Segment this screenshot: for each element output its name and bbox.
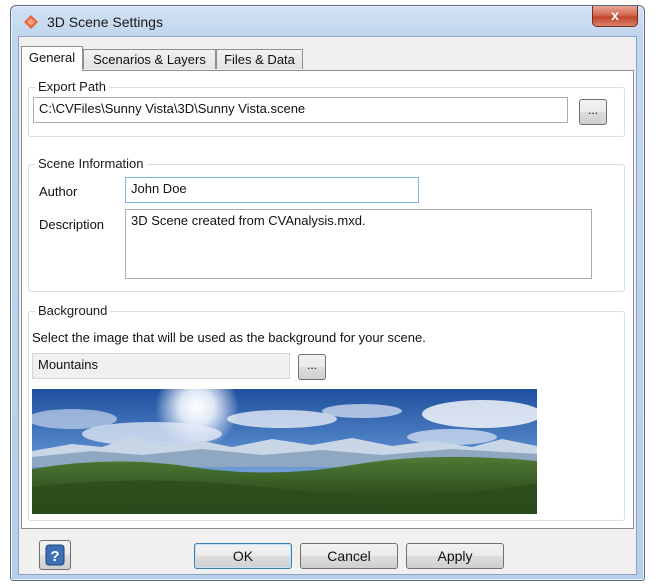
background-instruction-text: Select the image that will be used as th… [32, 330, 426, 345]
dialog-client-area: General Scenarios & Layers Files & Data … [18, 36, 637, 575]
background-preview-image [32, 389, 537, 514]
svg-text:?: ? [50, 548, 59, 565]
dialog-window: 3D Scene Settings x General Scenarios & … [10, 5, 645, 581]
app-diamond-icon [24, 15, 38, 29]
description-label: Description [39, 217, 105, 232]
close-button[interactable]: x [592, 6, 638, 27]
cancel-button[interactable]: Cancel [300, 543, 398, 569]
export-path-field[interactable]: C:\CVFiles\Sunny Vista\3D\Sunny Vista.sc… [33, 97, 568, 123]
scene-information-group: Scene Information Author John Doe Descri… [28, 156, 625, 292]
mountains-panorama-image [32, 389, 537, 514]
tab-files-data[interactable]: Files & Data [216, 49, 303, 69]
title-bar[interactable]: 3D Scene Settings x [11, 6, 644, 36]
author-label: Author [39, 184, 78, 199]
background-browse-button[interactable]: ... [298, 354, 326, 380]
window-title: 3D Scene Settings [47, 14, 163, 30]
author-field[interactable]: John Doe [125, 177, 419, 203]
tab-scenarios-layers[interactable]: Scenarios & Layers [83, 49, 216, 69]
export-path-browse-button[interactable]: ... [579, 99, 607, 125]
apply-button[interactable]: Apply [406, 543, 504, 569]
export-path-group: Export Path C:\CVFiles\Sunny Vista\3D\Su… [28, 79, 625, 137]
help-button[interactable]: ? [39, 540, 71, 570]
export-path-group-label: Export Path [35, 79, 109, 94]
tab-general[interactable]: General [21, 46, 83, 71]
general-tab-panel: Export Path C:\CVFiles\Sunny Vista\3D\Su… [21, 70, 634, 529]
description-textarea[interactable]: 3D Scene created from CVAnalysis.mxd. [125, 209, 592, 279]
scene-information-group-label: Scene Information [35, 156, 147, 171]
background-group-label: Background [35, 303, 111, 318]
help-question-icon: ? [45, 544, 65, 566]
ok-button[interactable]: OK [194, 543, 292, 569]
background-image-select[interactable]: Mountains [32, 353, 290, 379]
